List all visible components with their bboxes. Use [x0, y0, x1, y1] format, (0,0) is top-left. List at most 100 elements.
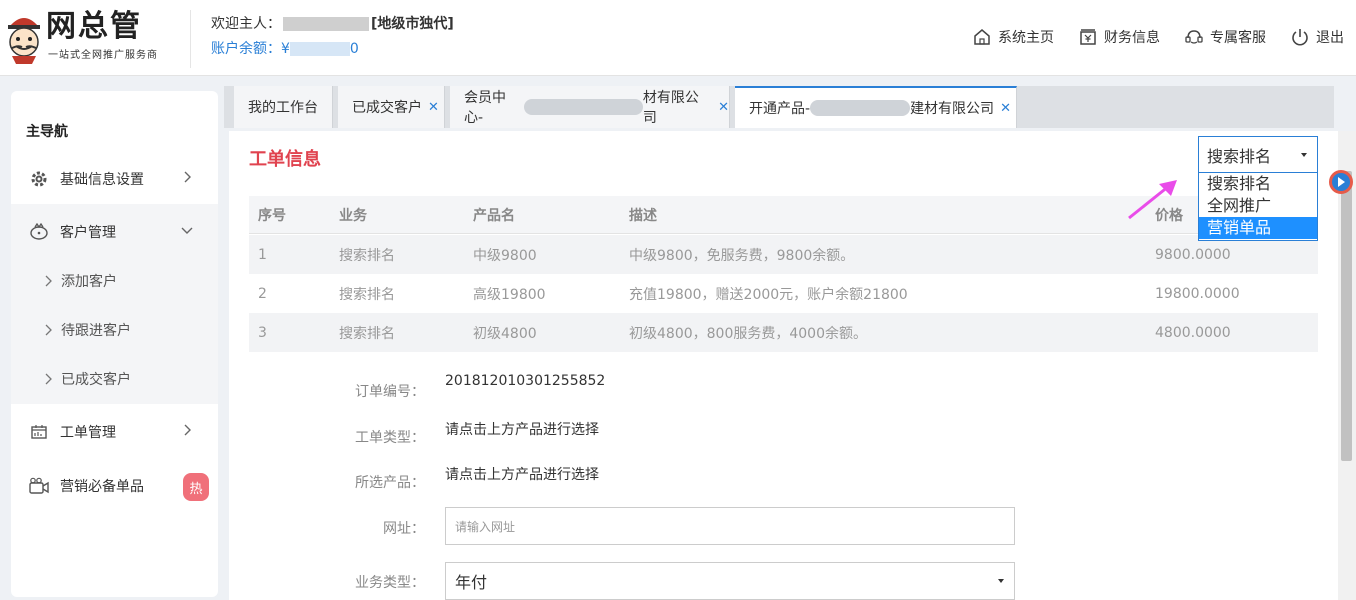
category-selected-value: 搜索排名	[1207, 146, 1272, 166]
logo-title: 网总管	[46, 9, 142, 44]
nav-logout[interactable]: 退出	[1290, 24, 1344, 50]
order-type-value: 请点击上方产品进行选择	[445, 422, 599, 438]
selected-product-label: 所选产品：	[355, 475, 425, 491]
col-header-index: 序号	[258, 207, 286, 224]
tab-label: 已成交客户	[352, 100, 422, 116]
category-options-list: 搜索排名 全网推广 营销单品	[1198, 173, 1318, 241]
cell-product: 高级19800	[473, 286, 546, 303]
home-icon	[974, 29, 990, 45]
power-icon	[1292, 29, 1308, 46]
table-row[interactable]: 3 搜索排名 初级4800 初级4800，800服务费，4000余额。 4800…	[249, 313, 1318, 352]
chevron-down-icon	[181, 227, 193, 234]
cell-product: 中级9800	[473, 247, 537, 264]
cell-price: 19800.0000	[1155, 285, 1240, 302]
url-input[interactable]: 请输入网址	[445, 507, 1015, 545]
table-row[interactable]: 2 搜索排名 高级19800 充值19800，赠送2000元，账户余额21800…	[249, 274, 1318, 313]
gear-icon	[28, 168, 50, 190]
option-network-promotion[interactable]: 全网推广	[1199, 195, 1317, 217]
cell-index: 1	[258, 246, 267, 263]
tab-my-workbench[interactable]: 我的工作台	[234, 86, 333, 128]
tab-open-product[interactable]: 开通产品- 建材有限公司 ✕	[735, 86, 1017, 128]
cell-product: 初级4800	[473, 325, 537, 342]
nav-home[interactable]: 系统主页	[972, 24, 1054, 50]
camera-icon	[28, 475, 50, 497]
nav-finance[interactable]: 财务信息	[1078, 24, 1160, 50]
cell-index: 3	[258, 324, 267, 341]
business-type-label: 业务类型：	[355, 575, 425, 591]
scrollbar-thumb[interactable]	[1341, 171, 1352, 461]
chevron-right-icon	[184, 171, 191, 183]
vertical-scrollbar[interactable]	[1338, 131, 1356, 600]
option-search-ranking[interactable]: 搜索排名	[1199, 173, 1317, 195]
table-row[interactable]: 1 搜索排名 中级9800 中级9800，免服务费，9800余额。 9800.0…	[249, 235, 1318, 274]
tab-member-center[interactable]: 会员中心- 材有限公司 ✕	[450, 86, 730, 128]
sidebar-subitem-closed-customer[interactable]: 已成交客户	[11, 355, 218, 403]
tab-label: 会员中心-	[464, 90, 506, 126]
user-role: [地级市独代]	[371, 16, 454, 32]
top-header: 网总管 一站式全网推广服务商 欢迎主人： [地级市独代] 账户余额：¥ 0 系统主页…	[0, 0, 1356, 76]
cell-index: 2	[258, 285, 267, 302]
order-type-label: 工单类型：	[355, 430, 425, 446]
close-icon[interactable]: ✕	[428, 100, 439, 115]
welcome-text: 欢迎主人： [地级市独代]	[211, 16, 454, 32]
close-icon[interactable]: ✕	[718, 100, 729, 115]
tab-label: 我的工作台	[248, 100, 318, 116]
customer-menu-group: 客户管理 添加客户 待跟进客户 已成交客户	[11, 204, 218, 404]
mascot-logo-icon	[8, 18, 40, 64]
sidebar-item-basic-settings[interactable]: 基础信息设置	[11, 154, 218, 204]
logo-subtitle: 一站式全网推广服务商	[48, 50, 158, 61]
col-header-product: 产品名	[473, 207, 515, 224]
cell-price: 4800.0000	[1155, 324, 1231, 341]
chevron-right-icon	[45, 373, 52, 385]
order-number-label: 订单编号：	[355, 384, 425, 400]
sidebar-item-work-orders[interactable]: 工单管理	[11, 407, 218, 457]
annotation-arrow-icon	[1128, 180, 1177, 220]
tab-bar: 我的工作台 已成交客户 ✕ 会员中心- 材有限公司 ✕ 开通产品- 建材有限公司 ✕	[224, 86, 1334, 128]
cell-business: 搜索排名	[339, 247, 395, 264]
caret-down-icon	[998, 579, 1004, 583]
floating-play-icon[interactable]	[1329, 170, 1353, 194]
sidebar-item-customer-management[interactable]: 客户管理	[11, 207, 218, 257]
tab-label: 建材有限公司	[910, 101, 995, 117]
url-label: 网址：	[383, 521, 425, 537]
col-header-description: 描述	[629, 207, 657, 224]
customer-icon	[28, 221, 50, 243]
tab-closed-customers[interactable]: 已成交客户 ✕	[338, 86, 445, 128]
subitem-label: 添加客户	[61, 274, 117, 290]
business-type-value: 年付	[455, 573, 488, 592]
tab-label: 材有限公司	[642, 90, 699, 126]
sidebar: 主导航 基础信息设置 客户管理 添加客户 待跟进客户 已成交客户 工单管理 营销…	[11, 91, 218, 597]
selected-product-value: 请点击上方产品进行选择	[445, 467, 599, 483]
subitem-label: 待跟进客户	[61, 323, 131, 339]
chevron-right-icon	[184, 424, 191, 436]
category-select[interactable]: 搜索排名	[1198, 136, 1318, 173]
chevron-right-icon	[45, 324, 52, 336]
cell-business: 搜索排名	[339, 325, 395, 342]
cell-description: 中级9800，免服务费，9800余额。	[629, 247, 855, 264]
redacted-company-name	[810, 100, 911, 116]
sidebar-subitem-followup-customer[interactable]: 待跟进客户	[11, 306, 218, 354]
sidebar-item-label: 营销必备单品	[60, 479, 144, 495]
logo[interactable]: 网总管 一站式全网推广服务商	[4, 8, 190, 68]
hot-badge: 热	[183, 473, 209, 501]
order-number-value: 201812010301255852	[445, 373, 606, 389]
cell-description: 充值19800，赠送2000元，账户余额21800	[629, 286, 908, 303]
finance-icon	[1080, 29, 1096, 45]
calendar-icon	[28, 421, 50, 443]
sidebar-item-label: 客户管理	[60, 225, 116, 241]
redacted-balance	[289, 42, 350, 56]
subitem-label: 已成交客户	[61, 372, 131, 388]
chevron-right-icon	[45, 275, 52, 287]
col-header-business: 业务	[339, 207, 367, 224]
tab-label: 开通产品-	[749, 101, 811, 117]
cell-description: 初级4800，800服务费，4000余额。	[629, 325, 867, 342]
caret-down-icon	[1301, 153, 1307, 157]
sidebar-item-label: 工单管理	[60, 425, 116, 441]
option-marketing-products[interactable]: 营销单品	[1199, 217, 1317, 239]
header-divider	[190, 10, 191, 68]
sidebar-item-label: 基础信息设置	[60, 172, 144, 188]
close-icon[interactable]: ✕	[1000, 101, 1011, 116]
nav-support[interactable]: 专属客服	[1184, 24, 1266, 50]
business-type-select[interactable]: 年付	[445, 562, 1015, 600]
sidebar-subitem-add-customer[interactable]: 添加客户	[11, 257, 218, 305]
